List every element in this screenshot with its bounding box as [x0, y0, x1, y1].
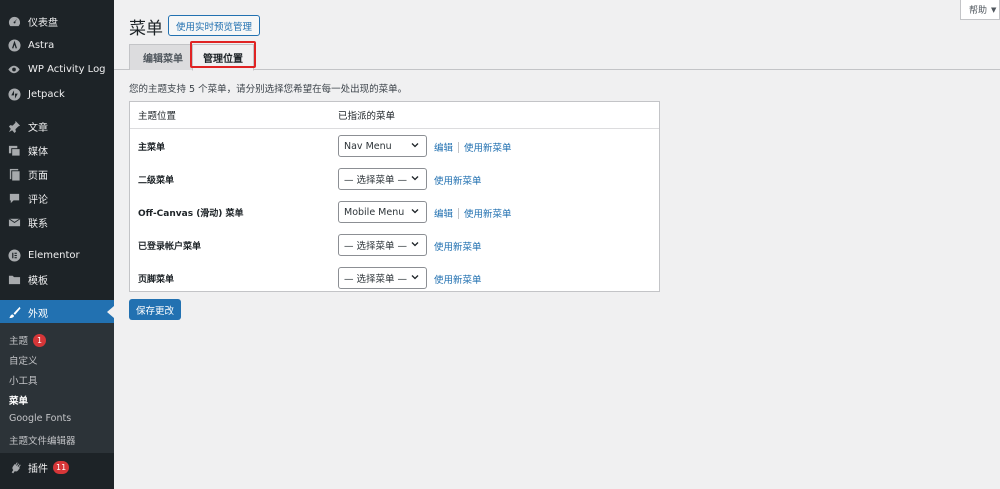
- location-label: 页脚菜单: [138, 275, 175, 285]
- locations-intro-text: 您的主题支持 5 个菜单，请分别选择您希望在每一处出现的菜单。: [129, 84, 408, 95]
- sidebar-item-plugins[interactable]: 插件 11: [0, 456, 114, 478]
- chevron-down-icon: [411, 242, 419, 247]
- sidebar-item-posts[interactable]: 文章: [0, 115, 114, 137]
- submenu-item-theme-file-editor[interactable]: 主题文件编辑器: [9, 433, 76, 447]
- location-label: 主菜单: [138, 143, 166, 153]
- sidebar-item-media[interactable]: 媒体: [0, 139, 114, 161]
- menu-select-logged-in[interactable]: — 选择菜单 —: [338, 234, 427, 256]
- sidebar-item-label: 联系: [28, 218, 48, 230]
- update-badge: 1: [33, 333, 47, 347]
- brush-icon: [7, 305, 21, 319]
- sidebar-item-label: 外观: [28, 308, 48, 320]
- divider: [458, 141, 460, 153]
- save-changes-button[interactable]: 保存更改: [129, 299, 181, 320]
- sidebar-item-label: 评论: [28, 194, 48, 206]
- submenu-item-themes[interactable]: 主题 1: [9, 333, 47, 347]
- location-label: 二级菜单: [138, 176, 175, 186]
- sidebar-item-label: Jetpack: [28, 88, 65, 100]
- column-header-assigned-menu: 已指派的菜单: [338, 111, 396, 122]
- help-tab[interactable]: 帮助 ▼: [960, 0, 1000, 20]
- chevron-down-icon: [411, 176, 419, 181]
- appearance-submenu: 主题 1 自定义 小工具 菜单 Google Fonts 主题文件编辑器: [0, 323, 114, 453]
- folder-icon: [7, 272, 21, 286]
- row-actions: 编辑 使用新菜单: [434, 140, 512, 154]
- column-header-location: 主题位置: [138, 111, 177, 122]
- submenu-item-menus[interactable]: 菜单: [9, 393, 28, 407]
- use-new-menu-link[interactable]: 使用新菜单: [464, 206, 512, 220]
- sidebar-item-comments[interactable]: 评论: [0, 187, 114, 209]
- row-actions: 使用新菜单: [434, 272, 482, 286]
- use-new-menu-link[interactable]: 使用新菜单: [434, 272, 482, 286]
- location-label: Off-Canvas (滑动) 菜单: [138, 209, 244, 219]
- live-preview-button[interactable]: 使用实时预览管理: [168, 15, 261, 36]
- sidebar-item-jetpack[interactable]: Jetpack: [0, 83, 114, 105]
- sidebar-item-label: 文章: [28, 122, 48, 134]
- sidebar-item-contact[interactable]: 联系: [0, 211, 114, 233]
- edit-menu-link[interactable]: 编辑: [434, 206, 453, 220]
- menu-select-primary[interactable]: Nav Menu: [338, 135, 427, 157]
- row-actions: 编辑 使用新菜单: [434, 206, 512, 220]
- astra-icon: [7, 38, 21, 52]
- use-new-menu-link[interactable]: 使用新菜单: [464, 140, 512, 154]
- edit-menu-link[interactable]: 编辑: [434, 140, 453, 154]
- jetpack-icon: [7, 87, 21, 101]
- comment-icon: [7, 191, 21, 205]
- use-new-menu-link[interactable]: 使用新菜单: [434, 173, 482, 187]
- elementor-icon: [7, 248, 21, 262]
- sidebar-item-label: 页面: [28, 170, 48, 182]
- row-actions: 使用新菜单: [434, 173, 482, 187]
- tab-manage-locations[interactable]: 管理位置: [192, 44, 254, 71]
- divider: [458, 207, 460, 219]
- nav-tab-wrapper: 编辑菜单 管理位置: [114, 44, 1000, 71]
- eye-icon: [7, 62, 21, 76]
- plugin-icon: [7, 460, 21, 474]
- sidebar-item-label: WP Activity Log: [28, 63, 106, 75]
- menu-locations-table: 主题位置 已指派的菜单 主菜单 Nav Menu 编辑 使用新菜单 二级菜单 —…: [129, 101, 660, 292]
- row-actions: 使用新菜单: [434, 239, 482, 253]
- sidebar-item-label: 媒体: [28, 146, 48, 158]
- page-icon: [7, 167, 21, 181]
- sidebar-item-label: Elementor: [28, 249, 80, 261]
- chevron-down-icon: [411, 275, 419, 280]
- caret-down-icon: ▼: [991, 5, 997, 14]
- mail-icon: [7, 215, 21, 229]
- table-row: 主菜单 Nav Menu 编辑 使用新菜单: [130, 129, 659, 162]
- sidebar-item-label: 插件: [28, 463, 48, 475]
- menu-select-footer[interactable]: — 选择菜单 —: [338, 267, 427, 289]
- menu-select-off-canvas[interactable]: Mobile Menu: [338, 201, 427, 223]
- sidebar-item-templates[interactable]: 模板: [0, 268, 114, 290]
- sidebar-item-label: Astra: [28, 39, 55, 51]
- use-new-menu-link[interactable]: 使用新菜单: [434, 239, 482, 253]
- sidebar-item-dashboard[interactable]: 仪表盘: [0, 10, 114, 32]
- table-row: 页脚菜单 — 选择菜单 — 使用新菜单: [130, 261, 659, 294]
- menu-select-secondary[interactable]: — 选择菜单 —: [338, 168, 427, 190]
- sidebar-item-elementor[interactable]: Elementor: [0, 244, 114, 266]
- submenu-item-customize[interactable]: 自定义: [9, 353, 38, 367]
- location-label: 已登录帐户菜单: [138, 242, 202, 252]
- pin-icon: [7, 119, 21, 133]
- sidebar-item-wp-activity-log[interactable]: WP Activity Log: [0, 58, 114, 80]
- table-row: 已登录帐户菜单 — 选择菜单 — 使用新菜单: [130, 228, 659, 261]
- tab-edit-menus[interactable]: 编辑菜单: [129, 44, 197, 70]
- chevron-down-icon: [411, 209, 419, 214]
- sidebar-item-pages[interactable]: 页面: [0, 163, 114, 185]
- page-title: 菜单: [129, 19, 163, 39]
- table-row: 二级菜单 — 选择菜单 — 使用新菜单: [130, 162, 659, 195]
- table-header: 主题位置 已指派的菜单: [130, 102, 659, 129]
- table-row: Off-Canvas (滑动) 菜单 Mobile Menu 编辑 使用新菜单: [130, 195, 659, 228]
- chevron-down-icon: [411, 143, 419, 148]
- admin-sidebar: 仪表盘 Astra WP Activity Log Jetpack 文章 媒体 …: [0, 0, 114, 489]
- sidebar-item-appearance[interactable]: 外观: [0, 300, 114, 324]
- submenu-item-google-fonts[interactable]: Google Fonts: [9, 413, 71, 424]
- sidebar-item-label: 仪表盘: [28, 17, 58, 29]
- sidebar-item-label: 模板: [28, 275, 48, 287]
- sidebar-item-astra[interactable]: Astra: [0, 34, 114, 56]
- plugins-update-badge: 11: [53, 460, 70, 474]
- media-icon: [7, 143, 21, 157]
- submenu-item-widgets[interactable]: 小工具: [9, 373, 38, 387]
- dashboard-icon: [7, 14, 21, 28]
